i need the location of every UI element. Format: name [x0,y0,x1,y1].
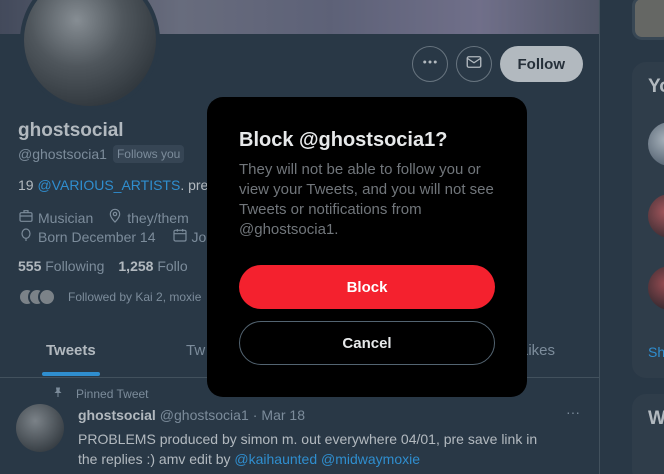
block-dialog: Block @ghostsocia1? They will not be abl… [207,97,527,397]
cancel-button[interactable]: Cancel [239,321,495,365]
dialog-title: Block @ghostsocia1? [239,129,448,151]
dialog-body: They will not be able to follow you or v… [239,161,494,238]
block-button[interactable]: Block [239,265,495,309]
